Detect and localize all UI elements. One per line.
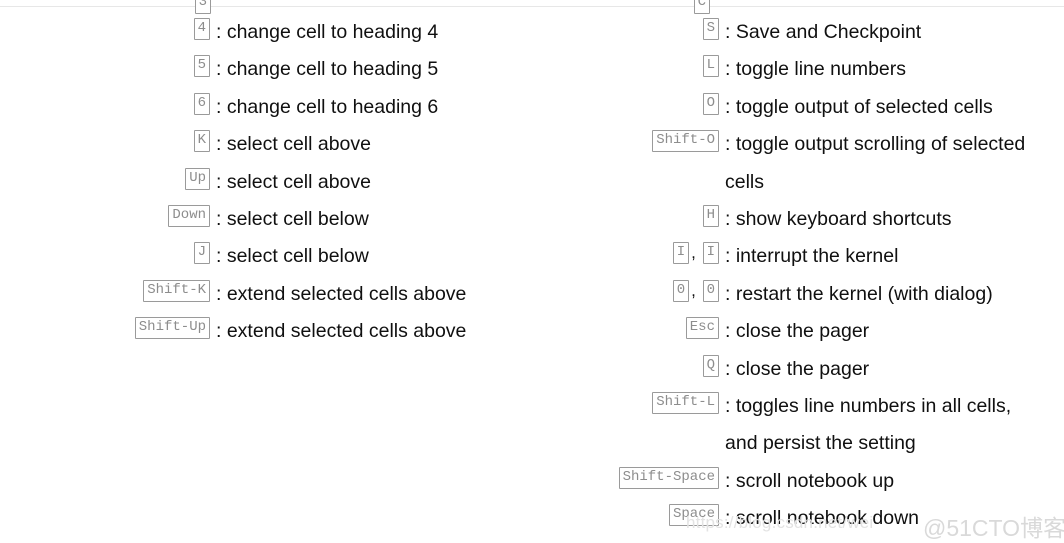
shortcut-row: Space : scroll notebook down [530, 500, 1064, 537]
key-cell: Shift-Up [0, 313, 211, 340]
key-cell: O [530, 89, 720, 115]
key-cell: 6 [0, 89, 211, 115]
kbd-key: L [702, 55, 719, 78]
key-cell: Esc [530, 313, 720, 340]
shortcut-description: : change cell to heading 5 [216, 58, 439, 81]
key-cell: J [0, 238, 211, 265]
shortcut-row: K : select cell above [0, 126, 540, 163]
key-cell: Down [0, 201, 211, 228]
shortcuts-column-left: 4 : change cell to heading 4 5 : change cel… [0, 0, 540, 351]
shortcut-row: Shift-Space : scroll notebook up [530, 463, 1064, 500]
shortcut-description: : interrupt the kernel [725, 245, 899, 268]
shortcut-description: : select cell above [216, 170, 372, 193]
kbd-key: 6 [193, 92, 210, 115]
shortcut-description: : close the pager [725, 320, 870, 343]
kbd-key: Esc [685, 317, 719, 340]
key-cell: 0, 0 [530, 276, 720, 302]
key-separator: , [691, 243, 701, 263]
shortcut-row: Down : select cell below [0, 201, 540, 238]
key-cell: Shift-O [530, 126, 720, 153]
key-cell: Shift-Space [530, 463, 720, 489]
shortcut-description: : toggle output of selected cells [725, 95, 993, 118]
shortcut-row: 4 : change cell to heading 4 [0, 14, 540, 51]
shortcut-description: : select cell below [216, 245, 369, 268]
shortcut-row: 6 : change cell to heading 6 [0, 89, 540, 126]
key-cell: H [530, 201, 720, 228]
shortcut-description: : toggle output scrolling of selected ce… [725, 133, 1026, 193]
kbd-key: 0 [702, 279, 719, 302]
shortcut-row: I, I: interrupt the kernel [530, 238, 1064, 275]
kbd-key: Down [168, 205, 210, 228]
kbd-key: 4 [193, 18, 210, 40]
shortcut-description: : select cell below [216, 208, 369, 231]
key-cell: Q [530, 351, 720, 377]
key-cell: Shift-K [0, 276, 211, 302]
kbd-key: Shift-O [652, 130, 719, 153]
shortcut-row: 5 : change cell to heading 5 [0, 51, 540, 88]
shortcut-row: Shift-K : extend selected cells above [0, 276, 540, 313]
shortcut-description: : toggles line numbers in all cells, and… [725, 395, 1012, 455]
shortcut-row: Shift-O : toggle output scrolling of sele… [530, 126, 1064, 201]
kbd-key: Space [668, 504, 719, 527]
shortcut-description: : toggle line numbers [725, 58, 907, 81]
shortcut-description: : scroll notebook down [725, 507, 920, 530]
shortcut-description: : extend selected cells above [216, 282, 467, 305]
kbd-key: J [193, 242, 210, 265]
shortcut-row: H : show keyboard shortcuts [530, 201, 1064, 238]
shortcut-row: Esc : close the pager [530, 313, 1064, 350]
key-cell: S [530, 14, 720, 40]
shortcut-row: Q : close the pager [530, 351, 1064, 388]
kbd-key: K [193, 130, 210, 153]
shortcut-row: Shift-Up : extend selected cells above [0, 313, 540, 350]
kbd-key: I [702, 242, 719, 265]
shortcut-row: Up : select cell above [0, 164, 540, 201]
shortcuts-column-right: S : Save and Checkpoint L : toggle line num… [530, 0, 1064, 538]
shortcut-description: : change cell to heading 4 [216, 21, 439, 43]
shortcut-description: : extend selected cells above [216, 320, 467, 343]
kbd-key: Shift-L [652, 392, 719, 415]
shortcut-description: : select cell above [216, 133, 372, 156]
key-cell: Space [530, 500, 720, 527]
shortcut-description: : close the pager [725, 357, 870, 380]
shortcut-row: L : toggle line numbers [530, 51, 1064, 88]
shortcut-description: : scroll notebook up [725, 469, 895, 492]
shortcut-row: Shift-L : toggles line numbers in all cel… [530, 388, 1064, 463]
kbd-key: 5 [193, 55, 210, 78]
kbd-key: Up [185, 167, 210, 190]
kbd-key: 0 [672, 279, 690, 302]
kbd-key: H [702, 205, 719, 228]
kbd-key: O [702, 92, 719, 115]
kbd-key: S [702, 18, 719, 40]
key-cell: Up [0, 164, 211, 190]
shortcut-row: S : Save and Checkpoint [530, 14, 1064, 51]
key-cell: K [0, 126, 211, 153]
shortcut-description: : Save and Checkpoint [725, 21, 922, 43]
shortcut-row: J : select cell below [0, 238, 540, 275]
key-cell: 4 [0, 14, 211, 40]
kbd-key: Shift-Up [134, 317, 210, 340]
key-cell: L [530, 51, 720, 78]
shortcut-row: 0, 0: restart the kernel (with dialog) [530, 276, 1064, 313]
key-separator: , [691, 280, 701, 300]
key-cell: I, I [530, 238, 720, 265]
shortcuts-columns: 4 : change cell to heading 4 5 : change cel… [0, 0, 1064, 541]
shortcut-description: : change cell to heading 6 [216, 95, 439, 118]
key-cell: 5 [0, 51, 211, 78]
shortcut-description: : show keyboard shortcuts [725, 208, 952, 231]
shortcut-row: O : toggle output of selected cells [530, 89, 1064, 126]
kbd-key: Shift-K [143, 279, 210, 302]
shortcut-description: : restart the kernel (with dialog) [725, 282, 993, 305]
kbd-key: I [672, 242, 690, 265]
key-cell: Shift-L [530, 388, 720, 415]
kbd-key: Q [702, 354, 719, 377]
kbd-key: Shift-Space [618, 466, 719, 489]
